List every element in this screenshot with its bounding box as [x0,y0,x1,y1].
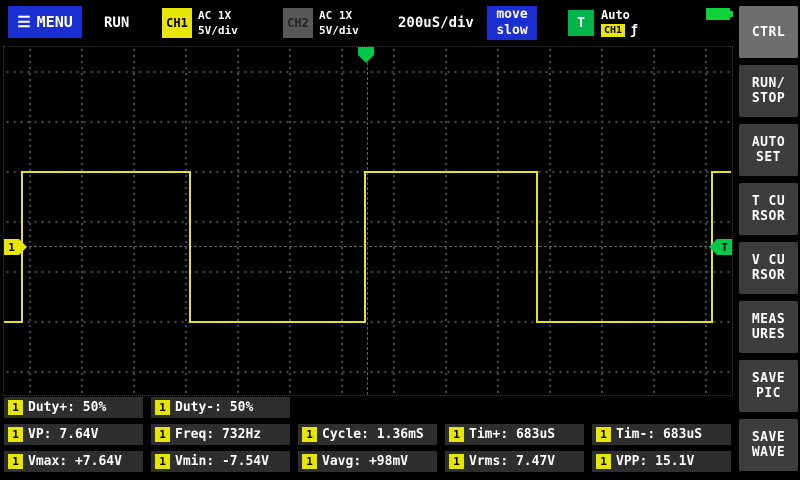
trigger-level-marker[interactable]: T [709,239,732,255]
sidebar: CTRL RUN/ STOP AUTO SET T CU RSOR V CU R… [737,0,800,480]
ch2-settings[interactable]: CH2 AC 1X 5V/div [283,8,359,38]
measurement-duty-minus: 1 Duty- 50% [151,397,290,418]
channel-badge: 1 [449,454,464,469]
measurement-vmin: 1 Vmin -7.54V [151,451,290,472]
channel-badge: 1 [155,454,170,469]
measurement-label: Cycle [322,427,377,442]
measurement-label: Freq [175,427,222,442]
trigger-edge-icon: ƒ [630,23,638,38]
measurement-freq: 1 Freq 732Hz [151,424,290,445]
trigger-info: Auto CH1 ƒ [601,8,638,37]
measurements-row-1: 1 Duty+ 50% 1 Duty- 50% [4,397,734,418]
waveform-display[interactable]: 1 T [3,46,733,396]
channel-badge: 1 [449,427,464,442]
measurement-vrms: 1 Vrms 7.47V [445,451,584,472]
channel-badge: 1 [8,400,23,415]
waveform-svg [4,171,731,323]
sidebar-button-v-cursor[interactable]: V CU RSOR [739,242,798,294]
measurement-value: 50% [82,400,107,415]
move-mode-badge[interactable]: move slow [487,6,537,40]
measurement-value: 50% [229,400,254,415]
measurement-label: VPP [616,454,655,469]
measurement-label: Duty+ [28,400,83,415]
ch1-badge: CH1 [162,8,192,38]
measurement-label: Vmin [175,454,222,469]
timebase[interactable]: 200uS/div [398,15,474,31]
measurement-value: +7.64V [74,454,122,469]
trigger-mode: Auto [601,8,630,22]
sidebar-button-save-pic[interactable]: SAVE PIC [739,360,798,412]
trigger-source-badge: CH1 [601,24,626,37]
sidebar-button-auto-set[interactable]: AUTO SET [739,124,798,176]
measurement-value: 7.47V [515,454,556,469]
trigger-settings[interactable]: T Auto CH1 ƒ [568,8,638,37]
measurements-row-2: 1 VP 7.64V 1 Freq 732Hz 1 Cycle 1.36mS 1… [4,424,734,445]
trigger-position-marker[interactable] [358,47,374,63]
measurement-label: Vrms [469,454,516,469]
measurement-value: -7.54V [221,454,269,469]
channel-badge: 1 [8,427,23,442]
measurement-duty-plus: 1 Duty+ 50% [4,397,143,418]
ch2-scale-info: AC 1X 5V/div [319,8,359,38]
measurement-label: Duty- [175,400,230,415]
measurement-vavg: 1 Vavg +98mV [298,451,437,472]
sidebar-button-t-cursor[interactable]: T CU RSOR [739,183,798,235]
measurement-label: Vmax [28,454,75,469]
oscilloscope-screen: ☰ MENU RUN CH1 AC 1X 5V/div CH2 AC 1X 5V… [0,0,800,480]
measurement-tim-plus: 1 Tim+ 683uS [445,424,584,445]
channel-badge: 1 [302,427,317,442]
measurement-cycle: 1 Cycle 1.36mS [298,424,437,445]
channel-badge: 1 [8,454,23,469]
sidebar-button-save-wave[interactable]: SAVE WAVE [739,419,798,471]
measurement-tim-minus: 1 Tim- 683uS [592,424,731,445]
ch2-coupling: AC 1X [319,9,353,22]
measurement-label: Tim+ [469,427,516,442]
measurement-value: 15.1V [655,454,695,469]
sidebar-button-run-stop[interactable]: RUN/ STOP [739,65,798,117]
top-bar: ☰ MENU RUN CH1 AC 1X 5V/div CH2 AC 1X 5V… [0,0,737,46]
measurement-value: 683uS [515,427,556,442]
menu-button[interactable]: ☰ MENU [8,6,82,38]
run-status: RUN [104,15,130,31]
measurement-value: 683uS [662,427,703,442]
measurements-panel: 1 Duty+ 50% 1 Duty- 50% 1 VP 7.64V 1 Fre… [4,397,734,478]
ch1-volts-div: 5V/div [198,24,238,37]
channel-badge: 1 [596,454,611,469]
measurement-value: 7.64V [59,427,99,442]
menu-icon: ☰ [17,13,31,31]
trigger-badge: T [568,10,594,36]
measurement-label: Vavg [322,454,369,469]
ch2-volts-div: 5V/div [319,24,359,37]
ch1-settings[interactable]: CH1 AC 1X 5V/div [162,8,238,38]
ch2-badge: CH2 [283,8,313,38]
measurement-value: 732Hz [221,427,262,442]
battery-icon [706,8,733,20]
sidebar-button-ctrl[interactable]: CTRL [739,6,798,58]
sidebar-button-measures[interactable]: MEAS URES [739,301,798,353]
measurement-vp: 1 VP 7.64V [4,424,143,445]
waveform-trace [4,171,731,323]
trigger-source-row: CH1 ƒ [601,24,638,37]
measurement-label: Tim- [616,427,663,442]
measurement-vpp: 1 VPP 15.1V [592,451,731,472]
measurement-label: VP [28,427,59,442]
channel-badge: 1 [302,454,317,469]
channel-badge: 1 [596,427,611,442]
menu-label: MENU [36,13,73,31]
channel1-position-marker[interactable]: 1 [4,239,27,255]
ch1-coupling: AC 1X [198,9,232,22]
measurement-value: +98mV [368,454,409,469]
channel-badge: 1 [155,400,170,415]
channel-badge: 1 [155,427,170,442]
measurement-value: 1.36mS [376,427,424,442]
measurement-vmax: 1 Vmax +7.64V [4,451,143,472]
ch1-scale-info: AC 1X 5V/div [198,8,238,38]
measurements-row-3: 1 Vmax +7.64V 1 Vmin -7.54V 1 Vavg +98mV… [4,451,734,472]
